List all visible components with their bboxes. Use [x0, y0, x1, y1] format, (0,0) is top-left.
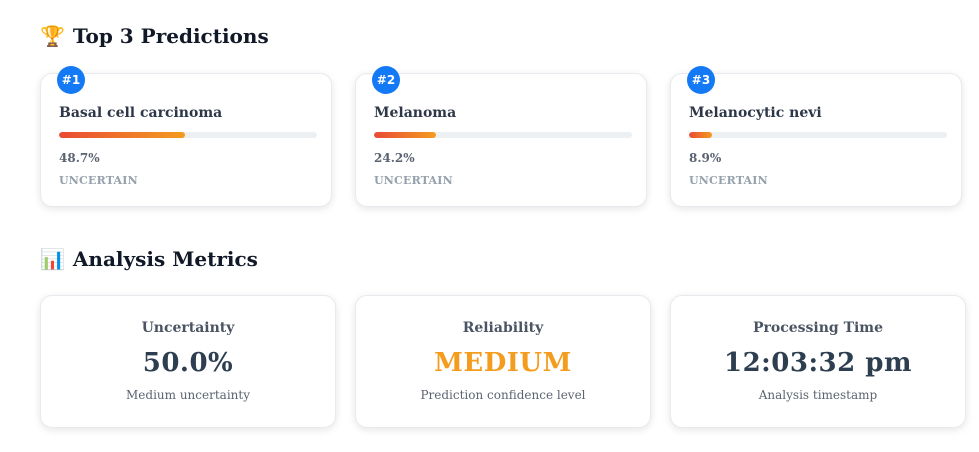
- prediction-status: UNCERTAIN: [59, 174, 138, 187]
- metric-label: Reliability: [462, 320, 544, 336]
- metric-value: 50.0%: [142, 348, 234, 378]
- confidence-bar-track: [689, 132, 947, 138]
- rank-badge: #3: [687, 66, 715, 94]
- metric-card-processing-time: Processing Time 12:03:32 pm Analysis tim…: [670, 295, 966, 428]
- metric-label: Processing Time: [752, 320, 884, 336]
- metrics-section-title: 📊 Analysis Metrics: [40, 247, 258, 271]
- confidence-bar-fill: [374, 132, 437, 138]
- predictions-title-text: Top 3 Predictions: [72, 24, 269, 48]
- metric-subtext: Medium uncertainty: [126, 388, 250, 402]
- confidence-bar-track: [374, 132, 632, 138]
- prediction-percent: 24.2%: [374, 151, 415, 165]
- rank-badge: #1: [57, 66, 85, 94]
- confidence-bar-fill: [689, 132, 712, 138]
- prediction-card-2: #2 Melanoma 24.2% UNCERTAIN: [355, 66, 647, 207]
- metric-value: 12:03:32 pm: [724, 348, 912, 378]
- prediction-card-1: #1 Basal cell carcinoma 48.7% UNCERTAIN: [40, 66, 332, 207]
- prediction-name: Basal cell carcinoma: [59, 105, 223, 121]
- prediction-status: UNCERTAIN: [689, 174, 768, 187]
- metric-subtext: Prediction confidence level: [420, 388, 586, 402]
- prediction-percent: 48.7%: [59, 151, 100, 165]
- bar-chart-icon: 📊: [40, 247, 65, 271]
- metric-card-reliability: Reliability MEDIUM Prediction confidence…: [355, 295, 651, 428]
- metric-card-uncertainty: Uncertainty 50.0% Medium uncertainty: [40, 295, 336, 428]
- confidence-bar-fill: [59, 132, 185, 138]
- prediction-name: Melanoma: [374, 105, 457, 121]
- metric-value: MEDIUM: [434, 348, 572, 378]
- prediction-name: Melanocytic nevi: [689, 105, 822, 121]
- predictions-section-title: 🏆 Top 3 Predictions: [40, 24, 269, 48]
- trophy-icon: 🏆: [40, 24, 65, 48]
- prediction-card-3: #3 Melanocytic nevi 8.9% UNCERTAIN: [670, 66, 962, 207]
- metrics-title-text: Analysis Metrics: [72, 247, 258, 271]
- prediction-status: UNCERTAIN: [374, 174, 453, 187]
- metric-label: Uncertainty: [141, 320, 235, 336]
- prediction-percent: 8.9%: [689, 151, 722, 165]
- confidence-bar-track: [59, 132, 317, 138]
- rank-badge: #2: [372, 66, 400, 94]
- metric-subtext: Analysis timestamp: [758, 388, 878, 402]
